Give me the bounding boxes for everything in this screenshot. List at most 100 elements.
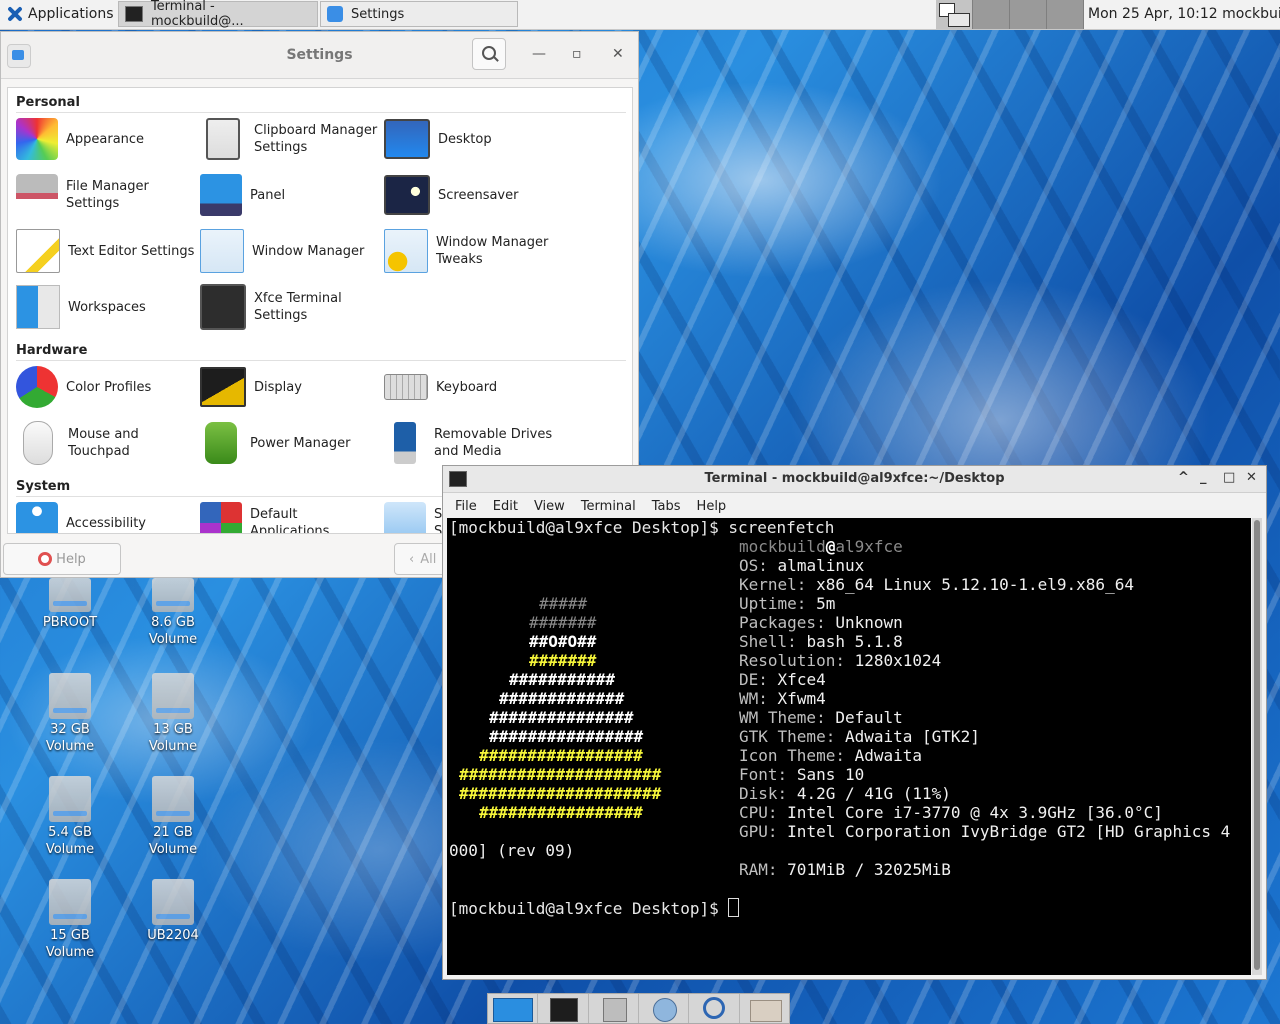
close-button[interactable]: ✕ xyxy=(1246,470,1257,485)
desktop-drive-icon[interactable]: 13 GB Volume xyxy=(133,673,213,755)
terminal-titlebar: Terminal - mockbuild@al9xfce:~/Desktop ^… xyxy=(443,466,1266,493)
workspace-1[interactable] xyxy=(936,0,973,29)
terminal-scrollbar[interactable] xyxy=(1252,518,1262,975)
info-line: Uptime: 5m xyxy=(739,594,836,613)
item-default-applications[interactable]: Default Applications xyxy=(200,499,380,533)
terminal-icon xyxy=(125,6,143,22)
drive-label: 32 GB xyxy=(50,722,90,737)
info-line-wrap: 000] (rev 09) xyxy=(449,841,575,860)
shade-button[interactable]: ^ xyxy=(1178,470,1189,485)
drive-icon xyxy=(49,879,91,925)
taskbar-terminal[interactable]: Terminal - mockbuild@... xyxy=(118,0,318,29)
desktop-drive-icon[interactable]: 5.4 GB Volume xyxy=(30,776,110,858)
minimize-button[interactable]: — xyxy=(532,46,546,62)
clock[interactable]: Mon 25 Apr, 10:12 mockbuild xyxy=(1088,0,1280,29)
desktop-drive-icon[interactable]: PBROOT xyxy=(30,578,110,631)
panel-icon xyxy=(200,174,242,216)
item-display[interactable]: Display xyxy=(200,363,380,411)
item-accessibility[interactable]: Accessibility xyxy=(16,499,196,533)
keyboard-icon xyxy=(384,374,428,400)
section-system: System xyxy=(16,479,71,494)
wm-tweaks-icon xyxy=(384,229,428,273)
close-button[interactable]: ✕ xyxy=(612,46,624,62)
drive-label: UB2204 xyxy=(147,928,199,943)
applications-menu-button[interactable]: Applications xyxy=(2,2,118,26)
appearance-icon xyxy=(16,118,58,160)
drive-label: PBROOT xyxy=(42,615,98,630)
workspaces-icon xyxy=(16,285,60,329)
workspace-pager xyxy=(936,0,1084,29)
mouse-icon xyxy=(23,421,53,465)
item-xfce-terminal[interactable]: Xfce Terminal Settings xyxy=(200,283,380,331)
ascii-art-line: ############### xyxy=(489,708,634,727)
terminal-screen[interactable]: [mockbuild@al9xfce Desktop]$ screenfetch… xyxy=(447,518,1251,975)
maximize-button[interactable]: ▫ xyxy=(572,46,582,62)
help-button[interactable]: Help xyxy=(3,543,121,575)
item-workspaces[interactable]: Workspaces xyxy=(16,283,196,331)
info-line: WM Theme: Default xyxy=(739,708,903,727)
drive-icon xyxy=(49,776,91,822)
show-desktop-icon[interactable] xyxy=(488,994,539,1023)
ascii-art-line: ################ xyxy=(489,727,644,746)
menu-tabs[interactable]: Tabs xyxy=(644,499,689,514)
item-mouse-touchpad[interactable]: Mouse and Touchpad xyxy=(16,419,196,467)
item-appearance[interactable]: Appearance xyxy=(16,115,196,163)
menu-view[interactable]: View xyxy=(526,499,573,514)
drive-label: Volume xyxy=(45,945,95,960)
drive-label: Volume xyxy=(148,632,198,647)
item-wm-tweaks[interactable]: Window Manager Tweaks xyxy=(384,227,564,275)
minimize-button[interactable]: _ xyxy=(1200,470,1207,485)
maximize-button[interactable]: □ xyxy=(1223,470,1235,485)
display-icon xyxy=(200,367,246,407)
workspace-4[interactable] xyxy=(1047,0,1084,29)
item-desktop[interactable]: Desktop xyxy=(384,115,564,163)
terminal-launcher-icon[interactable] xyxy=(538,994,589,1023)
drive-label: 13 GB xyxy=(153,722,193,737)
menu-edit[interactable]: Edit xyxy=(485,499,526,514)
ascii-art-line: ########### xyxy=(509,670,615,689)
item-screensaver[interactable]: Screensaver xyxy=(384,171,564,219)
window-manager-icon xyxy=(200,229,244,273)
folder-launcher-icon[interactable] xyxy=(740,994,789,1023)
desktop-drive-icon[interactable]: 32 GB Volume xyxy=(30,673,110,755)
menu-file[interactable]: File xyxy=(447,499,485,514)
search-button[interactable] xyxy=(472,38,506,70)
desktop-drive-icon[interactable]: 8.6 GB Volume xyxy=(133,578,213,648)
taskbar-settings-label: Settings xyxy=(351,6,405,22)
file-manager-launcher-icon[interactable] xyxy=(589,994,639,1023)
settings-titlebar: Settings — ▫ ✕ xyxy=(1,32,638,79)
item-panel[interactable]: Panel xyxy=(200,171,380,219)
desktop-drive-icon[interactable]: UB2204 xyxy=(133,879,213,944)
taskbar-terminal-label: Terminal - mockbuild@... xyxy=(150,0,244,29)
drive-label: 21 GB xyxy=(153,825,193,840)
drive-icon xyxy=(152,578,194,612)
workspace-2[interactable] xyxy=(973,0,1010,29)
taskbar-settings[interactable]: Settings xyxy=(320,1,518,27)
ascii-art-line: ##### xyxy=(539,594,588,613)
desktop-drive-icon[interactable]: 15 GB Volume xyxy=(30,879,110,961)
desktop-drive-icon[interactable]: 21 GB Volume xyxy=(133,776,213,858)
menu-help[interactable]: Help xyxy=(689,499,735,514)
item-power-manager[interactable]: Power Manager xyxy=(200,419,380,467)
item-file-manager[interactable]: File Manager Settings xyxy=(16,171,196,219)
accessibility-icon xyxy=(16,502,58,533)
ascii-art-line: ################# xyxy=(479,803,643,822)
item-keyboard[interactable]: Keyboard xyxy=(384,363,564,411)
desktop-monitor-icon xyxy=(384,119,430,159)
web-browser-launcher-icon[interactable] xyxy=(639,994,690,1023)
item-color-profiles[interactable]: Color Profiles xyxy=(16,363,196,411)
item-removable-drives[interactable]: Removable Drives and Media xyxy=(384,419,564,467)
ascii-art-line: ##################### xyxy=(459,765,662,784)
app-finder-launcher-icon[interactable] xyxy=(689,994,740,1023)
section-personal: Personal xyxy=(16,95,80,110)
bottom-dock xyxy=(487,993,790,1024)
workspace-3[interactable] xyxy=(1010,0,1047,29)
item-text-editor[interactable]: Text Editor Settings xyxy=(16,227,196,275)
menu-terminal[interactable]: Terminal xyxy=(573,499,644,514)
help-lifebuoy-icon xyxy=(38,552,53,566)
drive-icon xyxy=(49,578,91,612)
terminal-settings-icon xyxy=(200,284,246,330)
item-clipboard-manager[interactable]: Clipboard Manager Settings xyxy=(200,115,380,163)
item-window-manager[interactable]: Window Manager xyxy=(200,227,380,275)
terminal-line: [mockbuild@al9xfce Desktop]$ screenfetch xyxy=(449,518,835,537)
